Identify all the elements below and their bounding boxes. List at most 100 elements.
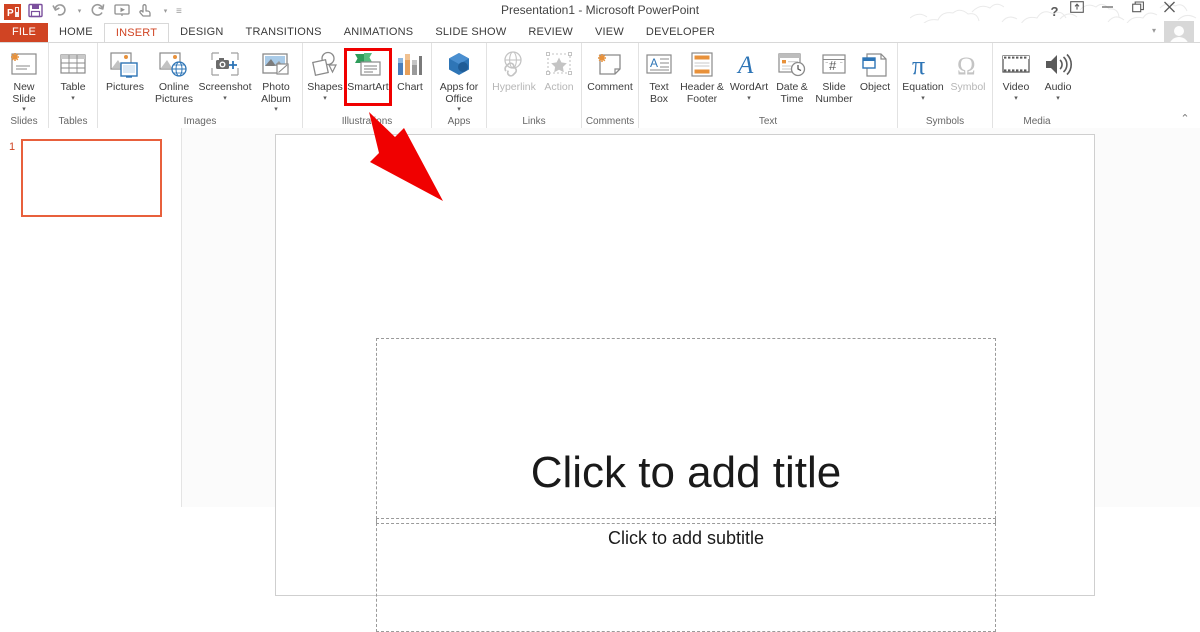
text-box-button[interactable]: A Text Box [641,46,677,108]
slide-surface[interactable]: Click to add title Click to add subtitle [275,134,1095,632]
tab-design[interactable]: DESIGN [169,23,234,42]
video-button[interactable]: Video ▾ [995,46,1037,108]
pictures-button[interactable]: Pictures [100,46,150,108]
group-label-apps: Apps [447,116,471,127]
svg-text:#: # [829,58,837,73]
tab-review[interactable]: REVIEW [517,23,584,42]
svg-text:π: π [912,51,925,80]
shapes-button[interactable]: Shapes ▾ [305,46,345,108]
slide-number-label: 1 [9,141,16,153]
ribbon-group-apps: Apps for Office ▾ Apps [432,43,487,128]
tab-insert[interactable]: INSERT [103,23,170,43]
window-controls[interactable]: ? [1039,0,1194,23]
ribbon-group-text: A Text Box Header & Footer A WordArt ▾ Date & … [639,43,898,128]
group-items: Pictures Online Pictures Screenshot ▾ Photo … [98,43,302,114]
new-slide-button-label: New Slide [12,81,36,105]
close-icon[interactable] [1163,1,1194,23]
help-icon[interactable]: ? [1039,1,1070,23]
group-items: Table ▾ [49,43,97,114]
comment-button[interactable]: Comment [584,46,636,108]
shapes-button-label: Shapes [307,81,343,93]
ribbon-group-links: Hyperlink Action Links [487,43,582,128]
header-footer-button[interactable]: Header & Footer [677,46,727,108]
hyperlink-button: Hyperlink [489,46,539,108]
group-label-text: Text [758,116,778,127]
object-button-label: Object [859,81,891,93]
table-button-dropdown-caret-icon[interactable]: ▾ [71,95,75,103]
hyperlink-button-label: Hyperlink [492,81,536,93]
shapes-icon [309,49,341,81]
table-button[interactable]: Table ▾ [51,46,95,108]
group-items: Shapes ▾ SmartArt Chart [303,43,431,114]
action-button: Action [539,46,579,108]
pictures-icon [109,49,141,81]
video-button-dropdown-caret-icon[interactable]: ▾ [1014,95,1018,103]
screenshot-button[interactable]: Screenshot ▾ [198,46,252,108]
tab-developer[interactable]: DEVELOPER [635,23,726,42]
tab-animations[interactable]: ANIMATIONS [333,23,425,42]
photo-album-button[interactable]: Photo Album ▾ [252,46,300,114]
equation-button-dropdown-caret-icon[interactable]: ▾ [921,95,925,103]
group-items: A Text Box Header & Footer A WordArt ▾ Date & … [639,43,897,114]
title-placeholder[interactable]: Click to add title [376,338,996,524]
account-dropdown-caret-icon[interactable]: ▾ [1152,26,1156,35]
slide-number-button[interactable]: # Slide Number [813,46,855,108]
object-button[interactable]: Object [855,46,895,108]
minimize-icon[interactable] [1101,1,1132,23]
equation-button[interactable]: π Equation ▾ [900,46,946,108]
ribbon-tabs[interactable]: HOME INSERT DESIGN TRANSITIONS ANIMATIONS SLI… [48,23,726,43]
group-label-illustrations: Illustrations [341,116,393,127]
powerpoint-window: P ▾ ▾ ≡ Presentation1 - Microsoft PowerP… [0,0,1200,632]
apps-for-office-icon [443,49,475,81]
tab-slide-show[interactable]: SLIDE SHOW [424,23,517,42]
slide-thumbnail-1[interactable] [21,139,162,217]
restore-icon[interactable] [1132,0,1163,23]
apps-for-office-button-dropdown-caret-icon[interactable]: ▾ [457,106,461,114]
equation-button-label: Equation [902,81,944,93]
audio-button[interactable]: Audio ▾ [1037,46,1079,108]
new-slide-button[interactable]: New Slide ▾ [2,46,46,114]
slide-canvas-area[interactable]: Click to add title Click to add subtitle [182,128,1200,632]
online-pictures-button[interactable]: Online Pictures [150,46,198,108]
group-items: π Equation ▾ Ω Symbol [898,43,992,114]
tab-file[interactable]: FILE [0,23,48,42]
header-footer-button-label: Header & Footer [680,81,724,105]
tab-transitions[interactable]: TRANSITIONS [235,23,333,42]
wordart-button[interactable]: A WordArt ▾ [727,46,771,108]
tab-view[interactable]: VIEW [584,23,635,42]
pictures-button-label: Pictures [106,81,144,93]
restore-glyph [1132,0,1144,12]
ribbon-tab-strip[interactable]: FILE HOME INSERT DESIGN TRANSITIONS ANIMATIO… [0,21,1200,49]
action-button-label: Action [544,81,574,93]
ribbon-group-images: Pictures Online Pictures Screenshot ▾ Photo … [98,43,303,128]
date-time-button-label: Date & Time [776,81,808,105]
shapes-button-dropdown-caret-icon[interactable]: ▾ [323,95,327,103]
collapse-ribbon-icon[interactable]: ⌃ [1178,112,1192,126]
window-title: Presentation1 - Microsoft PowerPoint [500,3,700,17]
chart-button[interactable]: Chart [391,46,429,108]
ribbon-group-slides: New Slide ▾ Slides [0,43,49,128]
new-slide-button-dropdown-caret-icon[interactable]: ▾ [22,106,26,114]
audio-button-dropdown-caret-icon[interactable]: ▾ [1056,95,1060,103]
apps-for-office-button[interactable]: Apps for Office ▾ [434,46,484,114]
action-icon [543,49,575,81]
slide-thumbnail-pane[interactable]: 1 [0,128,182,507]
photo-album-button-dropdown-caret-icon[interactable]: ▾ [274,106,278,114]
tab-home[interactable]: HOME [48,23,104,42]
apps-for-office-button-label: Apps for Office [439,81,479,105]
thumbnail-row[interactable]: 1 [0,137,181,219]
date-time-button[interactable]: Date & Time [771,46,813,108]
symbol-icon: Ω [952,49,984,81]
ribbon-display-options-icon[interactable] [1070,0,1101,23]
screenshot-button-dropdown-caret-icon[interactable]: ▾ [223,95,227,103]
wordart-icon: A [733,49,765,81]
svg-text:Ω: Ω [957,53,976,80]
smartart-button[interactable]: SmartArt [345,46,391,108]
table-icon [57,49,89,81]
subtitle-placeholder[interactable]: Click to add subtitle [376,518,996,632]
close-glyph [1164,1,1175,12]
group-label-symbols: Symbols [925,116,965,127]
chart-button-label: Chart [397,81,423,93]
table-button-label: Table [60,81,86,93]
wordart-button-dropdown-caret-icon[interactable]: ▾ [747,95,751,103]
